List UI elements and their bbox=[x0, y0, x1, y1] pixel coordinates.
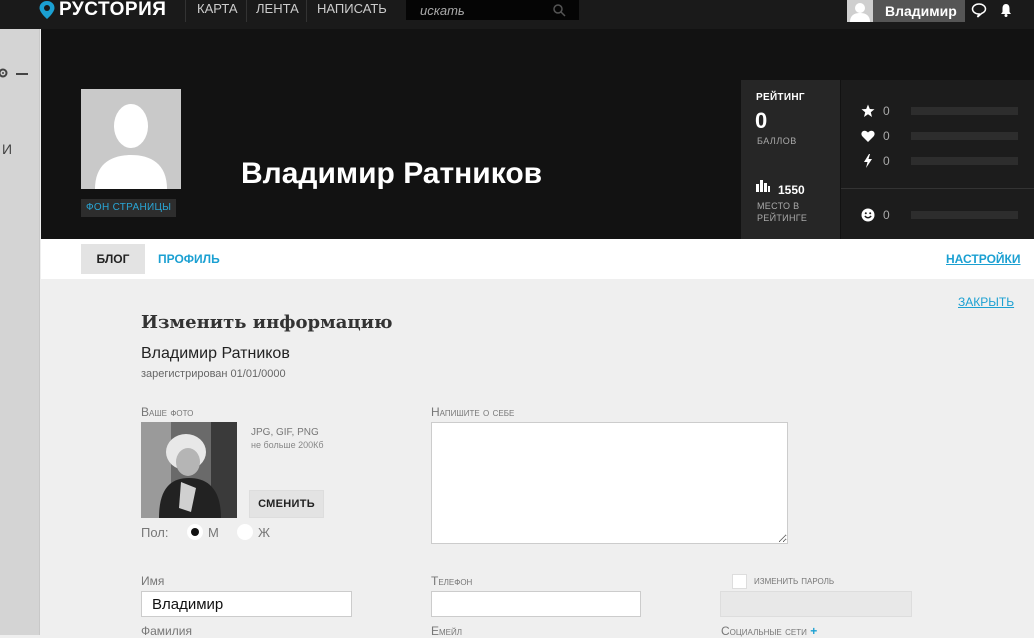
rating-unit: БАЛЛОВ bbox=[757, 136, 797, 146]
site-logo[interactable]: РУСТОРИЯ bbox=[38, 0, 166, 20]
stat-value: 0 bbox=[883, 208, 890, 222]
nav-item-write[interactable]: НАПИСАТЬ bbox=[317, 0, 387, 18]
user-avatar bbox=[847, 0, 873, 22]
nav-divider bbox=[246, 0, 247, 22]
left-sidebar: И bbox=[0, 29, 40, 635]
gender-male-label: М bbox=[208, 525, 219, 540]
stat-bar bbox=[911, 132, 1018, 140]
last-name-label: Фамилия bbox=[141, 624, 192, 638]
rating-title: РЕЙТИНГ bbox=[756, 92, 805, 103]
tab-blog[interactable]: БЛОГ bbox=[81, 244, 145, 274]
photo-size-limit: не больше 200Кб bbox=[251, 440, 324, 450]
phone-input[interactable] bbox=[431, 591, 641, 617]
phone-label: Телефон bbox=[431, 574, 473, 588]
photo-label: Ваше фото bbox=[141, 405, 194, 419]
gender-female-radio[interactable] bbox=[237, 524, 253, 540]
logo-text: РУСТОРИЯ bbox=[59, 0, 167, 20]
email-label: Емейл bbox=[431, 624, 463, 638]
about-label: Напишите о себе bbox=[431, 405, 515, 419]
gear-icon[interactable] bbox=[0, 67, 9, 79]
add-social-plus-icon[interactable]: + bbox=[810, 624, 817, 638]
gender-female-label: Ж bbox=[258, 525, 271, 540]
registration-date: зарегистрирован 01/01/0000 bbox=[141, 368, 286, 380]
change-password-checkbox[interactable] bbox=[732, 574, 747, 589]
star-icon bbox=[861, 104, 875, 117]
stat-value: 0 bbox=[883, 104, 890, 118]
user-name: Владимир bbox=[885, 3, 957, 19]
rating-value: 0 bbox=[755, 108, 768, 133]
stat-value: 0 bbox=[883, 154, 890, 168]
nav-item-feed[interactable]: ЛЕНТА bbox=[256, 0, 299, 18]
stat-row-energy: 0 bbox=[861, 154, 1021, 168]
social-networks-label: Социальные сети + bbox=[721, 624, 818, 638]
smiley-icon bbox=[861, 208, 875, 222]
change-photo-button[interactable]: СМЕНИТЬ bbox=[249, 490, 324, 518]
tab-settings[interactable]: НАСТРОЙКИ bbox=[946, 244, 1020, 274]
about-textarea[interactable] bbox=[431, 422, 788, 544]
gender-male-radio[interactable] bbox=[187, 524, 203, 540]
nav-divider bbox=[185, 0, 186, 22]
first-name-label: Имя bbox=[141, 574, 165, 588]
heart-icon bbox=[861, 130, 875, 142]
stats-divider bbox=[841, 188, 1034, 189]
user-menu[interactable]: Владимир bbox=[847, 0, 965, 22]
sidebar-letter: И bbox=[2, 141, 13, 157]
lightning-icon bbox=[864, 154, 872, 168]
bar-chart-icon bbox=[756, 180, 770, 192]
close-link[interactable]: ЗАКРЫТЬ bbox=[958, 295, 1014, 309]
user-photo bbox=[141, 422, 237, 518]
rating-place: 1550 bbox=[778, 183, 805, 197]
change-password-label: изменить пароль bbox=[754, 575, 835, 587]
rating-place-label: МЕСТО В РЕЙТИНГЕ bbox=[757, 201, 808, 223]
section-title: Изменить информацию bbox=[141, 312, 393, 333]
collapse-minus-icon[interactable] bbox=[16, 73, 28, 75]
user-silhouette-icon bbox=[850, 3, 870, 22]
stat-row-likes: 0 bbox=[861, 129, 1021, 143]
tab-profile[interactable]: ПРОФИЛЬ bbox=[158, 244, 220, 274]
user-silhouette-icon bbox=[95, 104, 167, 189]
stat-bar bbox=[911, 157, 1018, 165]
first-name-input[interactable] bbox=[141, 591, 352, 617]
photo-thumbnail bbox=[141, 422, 237, 518]
profile-avatar[interactable] bbox=[81, 89, 181, 189]
stat-bar bbox=[911, 211, 1018, 219]
top-navbar: РУСТОРИЯ КАРТА ЛЕНТА НАПИСАТЬ Владимир bbox=[0, 0, 1034, 29]
photo-types: JPG, GIF, PNG bbox=[251, 427, 319, 438]
stat-row-stars: 0 bbox=[861, 104, 1021, 118]
notifications-bell-icon[interactable] bbox=[998, 2, 1014, 18]
gender-label: Пол: bbox=[141, 525, 169, 540]
nav-item-map[interactable]: КАРТА bbox=[197, 0, 238, 18]
stat-value: 0 bbox=[883, 129, 890, 143]
stat-bar bbox=[911, 107, 1018, 115]
profile-name: Владимир Ратников bbox=[241, 157, 543, 190]
rating-panel: РЕЙТИНГ 0 БАЛЛОВ 1550 МЕСТО В РЕЙТИНГЕ bbox=[741, 80, 840, 239]
stat-row-smiles: 0 bbox=[861, 208, 1021, 222]
search-icon[interactable] bbox=[552, 3, 566, 17]
user-full-name: Владимир Ратников bbox=[141, 345, 290, 362]
nav-divider bbox=[306, 0, 307, 22]
page-background-link[interactable]: ФОН СТРАНИЦЫ bbox=[81, 199, 177, 217]
password-input bbox=[720, 591, 912, 617]
messages-icon[interactable] bbox=[971, 2, 987, 18]
map-pin-icon bbox=[39, 1, 55, 19]
